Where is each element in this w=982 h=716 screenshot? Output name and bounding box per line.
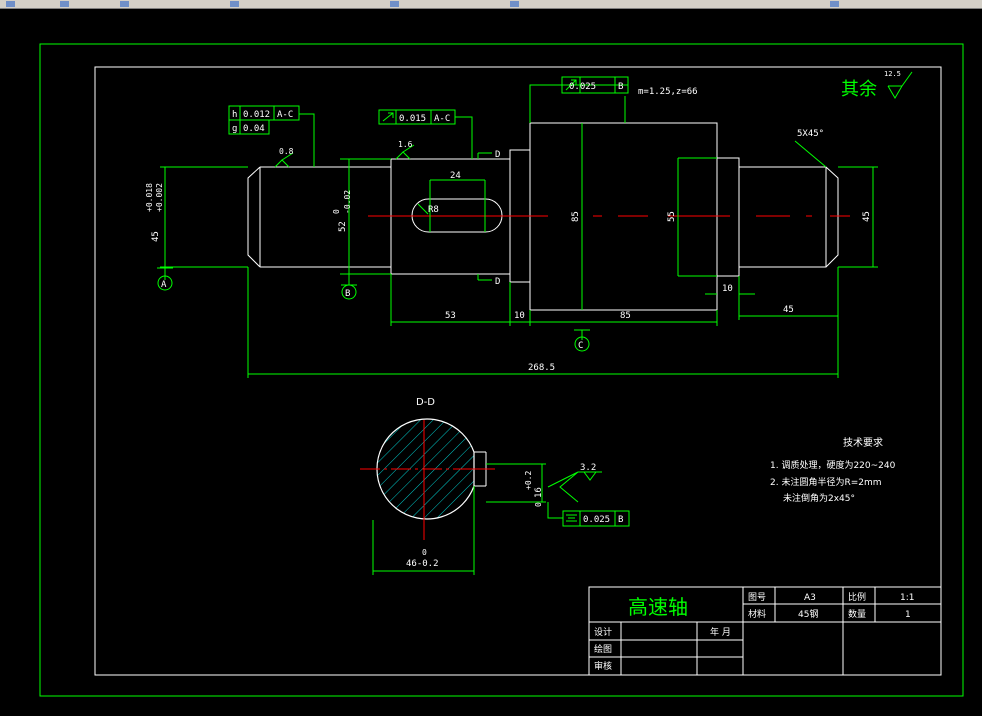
sym-tol-value: 0.025 <box>583 515 610 525</box>
slot-radius: R8 <box>428 205 439 215</box>
len-85: 85 <box>620 311 631 321</box>
len-53: 53 <box>445 311 456 321</box>
dia-mid-main: 52 <box>338 221 348 232</box>
datum-b-label: B <box>345 289 350 299</box>
roughness-08: 0.8 <box>279 147 294 156</box>
date-label: 年 月 <box>710 626 731 638</box>
section-title: D-D <box>416 397 435 408</box>
tol-g-sym: g <box>232 124 237 134</box>
chamfer-label: 5X45° <box>797 129 824 139</box>
runout-arrow-icon <box>382 112 394 122</box>
dia-hub: 55 <box>667 211 677 222</box>
drawing-no: A3 <box>804 593 816 603</box>
dia-right: 45 <box>862 211 872 222</box>
part-name: 高速轴 <box>628 595 688 619</box>
toolbar-icon[interactable] <box>230 1 239 7</box>
tol-g-value: 0.04 <box>243 124 265 134</box>
qty-value: 1 <box>905 610 911 620</box>
tol-mid-value: 0.015 <box>399 114 426 124</box>
qty-label: 数量 <box>848 608 866 620</box>
tol-h-value: 0.012 <box>243 110 270 120</box>
toolbar-icon[interactable] <box>120 1 129 7</box>
tech-req-item-2: 2. 未注圆角半径为R=2mm <box>770 476 882 488</box>
dia-mid-upper: 0 <box>332 209 341 214</box>
toolbar-icon[interactable] <box>830 1 839 7</box>
material-value: 45钢 <box>798 608 818 620</box>
datum-a-label: A <box>161 280 167 290</box>
toolbar-icon[interactable] <box>6 1 15 7</box>
dia-left-main: 45 <box>151 231 161 242</box>
dia-gear: 85 <box>571 211 581 222</box>
key-depth-upper: +0.2 <box>524 471 533 490</box>
drawing-no-label: 图号 <box>748 592 766 603</box>
total-length: 268.5 <box>528 363 555 373</box>
sym-tol-datum: B <box>618 515 623 525</box>
toolbar-icon[interactable] <box>510 1 519 7</box>
outer-frame <box>39 43 964 697</box>
roughness-16: 1.6 <box>398 140 413 149</box>
roughness-32: 3.2 <box>580 463 596 473</box>
tol-h-sym: h <box>232 110 237 120</box>
section-diameter: 46-0.2 <box>406 559 439 569</box>
len-10: 10 <box>514 311 525 321</box>
roughness-value-125: 12.5 <box>884 70 901 78</box>
section-diameter-upper: 0 <box>422 548 427 557</box>
runout-tol-datum: B <box>618 82 623 92</box>
slot-length: 24 <box>450 171 461 181</box>
inner-frame <box>94 66 942 676</box>
section-mark-bottom: D <box>495 277 500 287</box>
roughness-note-prefix: 其余 <box>841 79 877 100</box>
tech-req-item-1: 1. 调质处理，硬度为220~240 <box>770 459 896 471</box>
key-depth-lower: 0 <box>534 502 543 507</box>
material-label: 材料 <box>748 608 766 620</box>
datum-c-label: C <box>578 341 583 351</box>
len-10b: 10 <box>722 284 733 294</box>
dia-left-upper: +0.018 <box>145 183 154 212</box>
tech-req-item-3: 未注倒角为2x45° <box>783 492 855 504</box>
dimension-lines <box>157 84 878 378</box>
gear-spec: m=1.25,z=66 <box>638 87 698 97</box>
len-45: 45 <box>783 305 794 315</box>
review-label: 审核 <box>594 660 612 672</box>
dia-left-lower: +0.002 <box>155 183 164 212</box>
dia-mid-lower: -0.02 <box>343 190 352 214</box>
tol-h-datum: A-C <box>277 110 293 120</box>
toolbar-icon[interactable] <box>60 1 69 7</box>
symmetry-icon <box>566 514 577 522</box>
scale-label: 比例 <box>848 591 866 603</box>
toolbar-icon[interactable] <box>390 1 399 7</box>
tech-req-title: 技术要求 <box>843 436 883 449</box>
key-depth: 16 <box>534 487 544 498</box>
section-view <box>360 418 602 575</box>
runout-tol-value: 0.025 <box>569 82 596 92</box>
tol-mid-datum: A-C <box>434 114 450 124</box>
section-mark-top: D <box>495 150 500 160</box>
scale-value: 1:1 <box>900 593 914 603</box>
drawing-canvas: 0.025 B h 0.012 A-C g 0.04 0.015 A-C 0.0… <box>39 43 964 697</box>
design-label: 设计 <box>594 626 612 638</box>
draw-label: 绘图 <box>594 643 612 655</box>
